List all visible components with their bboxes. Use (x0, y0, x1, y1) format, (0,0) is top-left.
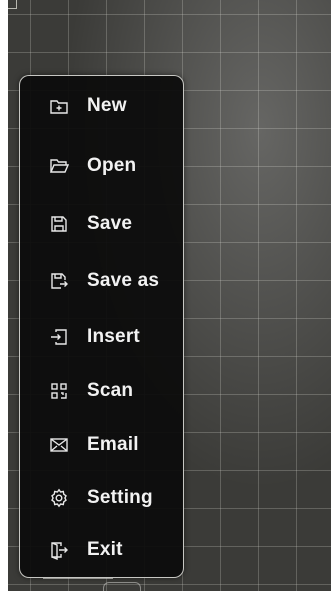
menu-item-open[interactable]: Open (48, 149, 136, 183)
menu-item-new[interactable]: New (48, 89, 127, 123)
envelope-icon (48, 434, 70, 456)
menu-item-label: Setting (87, 487, 153, 508)
menu-item-insert[interactable]: Insert (48, 320, 140, 354)
menu-item-label: Save (87, 213, 133, 234)
exit-icon (48, 539, 70, 561)
menu-item-label: Open (87, 155, 137, 176)
menu-item-scan[interactable]: Scan (48, 374, 133, 408)
save-as-icon (48, 270, 70, 292)
new-file-icon (48, 95, 70, 117)
menu-item-label: Scan (87, 380, 134, 401)
canvas-corner-frame (8, 0, 17, 9)
gear-icon (48, 487, 70, 509)
whiteboard-canvas[interactable]: New Open Save Save as Insert Scan Email … (8, 0, 331, 591)
menu-item-label: Email (87, 434, 139, 455)
file-menu: New Open Save Save as Insert Scan Email … (19, 75, 184, 578)
menu-item-email[interactable]: Email (48, 428, 139, 462)
menu-item-label: Exit (87, 539, 123, 560)
menu-item-exit[interactable]: Exit (48, 533, 123, 567)
menu-item-label: Insert (87, 326, 140, 347)
scan-qr-icon (48, 380, 70, 402)
toolbar-tab-secondary[interactable] (103, 582, 141, 591)
menu-item-label: New (87, 95, 127, 116)
insert-icon (48, 326, 70, 348)
menu-item-save[interactable]: Save (48, 207, 132, 241)
menu-item-save-as[interactable]: Save as (48, 264, 159, 298)
floppy-disk-icon (48, 213, 70, 235)
menu-item-setting[interactable]: Setting (48, 481, 153, 515)
folder-open-icon (48, 155, 70, 177)
menu-item-label: Save as (87, 270, 160, 291)
